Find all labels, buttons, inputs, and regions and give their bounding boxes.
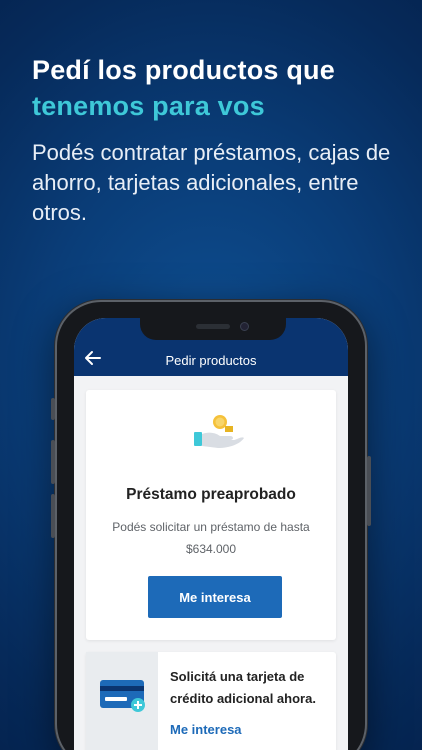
hand-coin-icon <box>190 412 246 452</box>
loan-card: Préstamo preaprobado Podés solicitar un … <box>86 390 336 640</box>
phone-mockup: Pedir productos Préstamo preaprobado Pod… <box>51 300 371 750</box>
credit-card-thumb <box>86 652 158 750</box>
credit-card-offer: Solicitá una tarjeta de crédito adiciona… <box>86 652 336 750</box>
phone-volume-down <box>51 494 55 538</box>
promo-section: Pedí los productos que tenemos para vos … <box>32 52 402 228</box>
phone-volume-up <box>51 440 55 484</box>
app-bar-title: Pedir productos <box>165 353 257 368</box>
promo-headline-line2: tenemos para vos <box>32 91 265 121</box>
speaker-grille <box>196 324 230 329</box>
promo-headline: Pedí los productos que tenemos para vos <box>32 52 402 124</box>
products-list: Préstamo preaprobado Podés solicitar un … <box>74 376 348 750</box>
credit-card-offer-body: Solicitá una tarjeta de crédito adiciona… <box>158 652 336 750</box>
phone-notch <box>140 318 286 340</box>
phone-power-button <box>367 456 371 526</box>
promo-subtitle: Podés contratar préstamos, cajas de ahor… <box>32 140 391 225</box>
credit-card-offer-text: Solicitá una tarjeta de crédito adiciona… <box>170 669 316 706</box>
loan-description: Podés solicitar un préstamo de hasta $63… <box>112 520 310 556</box>
credit-card-interest-link[interactable]: Me interesa <box>170 722 324 737</box>
loan-interest-button[interactable]: Me interesa <box>148 576 282 618</box>
front-camera <box>240 322 249 331</box>
phone-screen: Pedir productos Préstamo preaprobado Pod… <box>74 318 348 750</box>
loan-title: Préstamo preaprobado <box>126 486 296 503</box>
promo-headline-line1: Pedí los productos que <box>32 55 335 85</box>
phone-mute-switch <box>51 398 55 420</box>
